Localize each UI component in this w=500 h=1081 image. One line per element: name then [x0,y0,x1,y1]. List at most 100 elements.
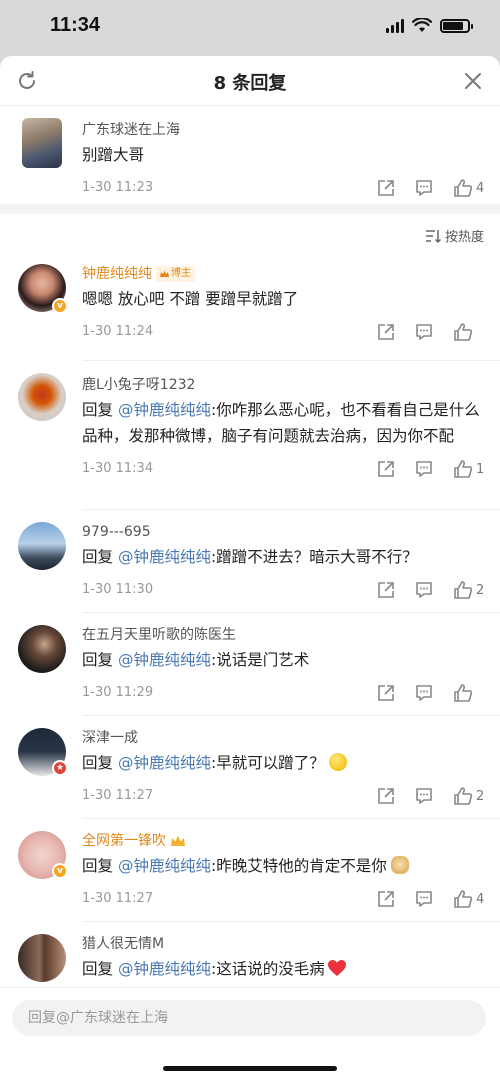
thumbs-up-icon [454,890,473,908]
avatar[interactable] [18,934,66,982]
avatar[interactable] [22,118,62,168]
reply-time: 1-30 11:30 [82,582,154,597]
thumbs-up-icon [454,581,473,599]
reply-meta: 1-30 11:29 [82,679,484,707]
reply-actions [357,318,484,346]
share-button[interactable] [377,455,395,483]
mention-link[interactable]: @钟鹿纯纯纯 [118,754,211,772]
comment-meta: 1-30 11:23 4 [82,174,484,202]
reply-item: 在五月天里听歌的陈医生 回复 @钟鹿纯纯纯:说话是门艺术 1-30 11:29 [0,613,500,715]
verified-badge-icon: v [52,863,68,879]
like-button[interactable]: 4 [453,885,484,913]
share-icon [378,180,394,196]
replies-sheet: 8 条回复 广东球迷在上海 别蹭大哥 1-30 11:23 4 按热度 v 钟鹿… [0,56,500,1081]
share-icon [378,582,394,598]
comment-button[interactable] [415,455,433,483]
like-button[interactable]: 2 [453,576,484,604]
comment-button[interactable] [415,174,433,202]
mention-link[interactable]: @钟鹿纯纯纯 [118,401,211,419]
sheet-title: 8 条回复 [213,73,287,94]
share-button[interactable] [377,679,395,707]
thumbs-up-icon [454,179,473,197]
like-button[interactable]: 2 [453,782,484,810]
like-button[interactable]: 4 [453,174,484,202]
reply-body: :这话说的没毛病 [210,960,325,978]
wifi-icon [412,18,432,32]
crown-icon [160,270,169,277]
share-button[interactable] [377,885,395,913]
mention-link[interactable]: @钟鹿纯纯纯 [118,651,211,669]
reply-input[interactable]: 回复@广东球迷在上海 [12,1000,486,1036]
reply-text: 嗯嗯 放心吧 不蹭 要蹭早就蹭了 [82,290,299,308]
home-indicator[interactable] [163,1066,337,1071]
comment-button[interactable] [415,885,433,913]
author-badge-label: 博主 [171,268,191,279]
reply-item: 鹿L小兔子呀1232 回复 @钟鹿纯纯纯:你咋那么恶心呢，也不看看自己是什么品种… [0,361,500,509]
reply-item: v 钟鹿纯纯纯 博主 嗯嗯 放心吧 不蹭 要蹭早就蹭了 1-30 11:24 [0,254,500,360]
sort-button[interactable]: 按热度 [425,226,484,245]
reply-username[interactable]: 979---695 [82,522,484,542]
thumbs-up-icon [454,787,473,805]
comment-button[interactable] [415,679,433,707]
mention-link[interactable]: @钟鹿纯纯纯 [118,857,211,875]
reply-prefix: 回复 [82,960,114,978]
share-button[interactable] [377,576,395,604]
sort-row: 按热度 [0,214,500,254]
reply-username[interactable]: 钟鹿纯纯纯 [82,264,152,284]
share-button[interactable] [377,782,395,810]
mention-link[interactable]: @钟鹿纯纯纯 [118,548,211,566]
like-count: 4 [476,891,485,907]
like-button[interactable] [453,318,484,346]
thumbs-up-icon [454,323,473,341]
reply-username[interactable]: 猎人很无情M [82,934,484,954]
avatar[interactable] [18,625,66,673]
comment-icon [416,180,432,196]
reply-username-row: 钟鹿纯纯纯 博主 [82,264,484,284]
reply-prefix: 回复 [82,548,114,566]
thumbs-up-icon [454,684,473,702]
reply-username[interactable]: 在五月天里听歌的陈医生 [82,625,484,645]
sort-label: 按热度 [444,230,484,245]
comment-time: 1-30 11:23 [82,180,154,195]
reply-username[interactable]: 全网第一锋吹 [82,831,166,851]
comment-icon [416,788,432,804]
reply-text: 回复 @钟鹿纯纯纯:这话说的没毛病 [82,956,484,982]
share-button[interactable] [377,318,395,346]
avatar[interactable] [18,522,66,570]
author-badge: 博主 [156,266,195,282]
comment-button[interactable] [415,576,433,604]
like-button[interactable]: 1 [453,455,484,483]
reply-text: 回复 @钟鹿纯纯纯:蹭蹭不进去？暗示大哥不行？ [82,544,484,570]
reply-time: 1-30 11:29 [82,685,154,700]
smile-emoji-icon [328,753,347,771]
reply-prefix: 回复 [82,401,114,419]
comment-username[interactable]: 广东球迷在上海 [82,120,484,140]
reply-actions [357,679,484,707]
reply-meta: 1-30 11:27 4 [82,885,484,913]
like-button[interactable] [453,679,484,707]
reply-username[interactable]: 深津一成 [82,728,484,748]
reply-meta: 1-30 11:27 2 [82,782,484,810]
like-count: 1 [476,461,485,477]
comment-button[interactable] [415,318,433,346]
reply-username[interactable]: 鹿L小兔子呀1232 [82,375,484,395]
avatar[interactable] [18,373,66,421]
close-button[interactable] [460,68,486,94]
thumbs-up-icon [454,460,473,478]
reply-actions: 2 [357,782,484,810]
reply-time: 1-30 11:27 [82,788,154,803]
verified-badge-icon: ★ [52,760,68,776]
comment-button[interactable] [415,782,433,810]
root-comment: 广东球迷在上海 别蹭大哥 1-30 11:23 4 [0,106,500,204]
reply-prefix: 回复 [82,754,114,772]
comment-icon [416,685,432,701]
reply-prefix: 回复 [82,651,114,669]
share-button[interactable] [377,174,395,202]
reply-body: :说话是门艺术 [210,651,310,669]
heart-emoji-icon [327,960,346,976]
reply-time: 1-30 11:24 [82,324,154,339]
reply-body: :蹭蹭不进去？暗示大哥不行？ [210,548,418,566]
mention-link[interactable]: @钟鹿纯纯纯 [118,960,211,978]
close-icon [465,73,481,89]
reply-meta: 1-30 11:24 [82,318,484,346]
